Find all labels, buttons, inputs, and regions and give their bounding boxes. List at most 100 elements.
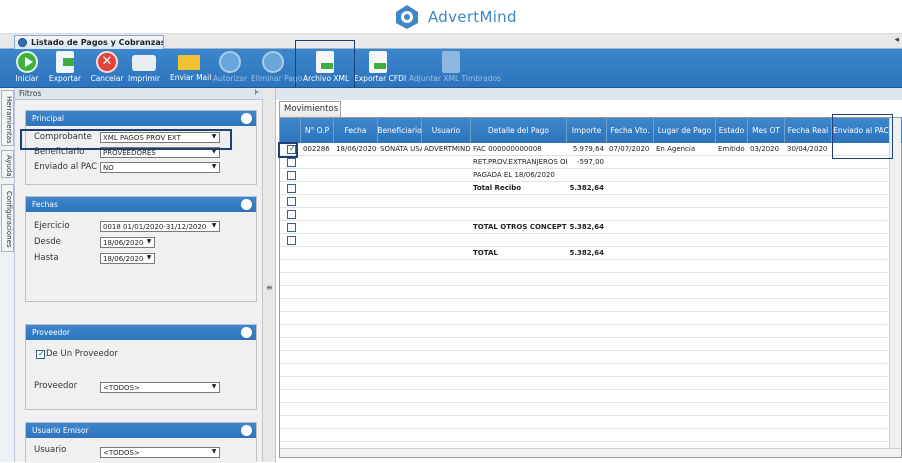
table-row[interactable] — [280, 234, 887, 247]
row-select-checkbox[interactable] — [287, 197, 296, 206]
group-fechas-header[interactable]: Fechas — [26, 197, 256, 212]
column-header-fecha-real[interactable]: Fecha Real — [785, 118, 832, 143]
column-header-estado[interactable]: Estado — [716, 118, 748, 143]
table-row[interactable] — [280, 286, 887, 299]
row-select-checkbox[interactable] — [287, 184, 296, 193]
autorizar-button[interactable]: Autorizar — [213, 51, 247, 87]
table-row[interactable] — [280, 364, 887, 377]
cell-detalle — [471, 195, 567, 208]
group-proveedor-header[interactable]: Proveedor — [26, 325, 256, 340]
column-header-mes-ot[interactable]: Mes OT — [748, 118, 785, 143]
collapse-toggle-icon[interactable] — [241, 327, 252, 338]
table-row[interactable]: TOTAL OTROS CONCEPTOS5.382,64 — [280, 221, 887, 234]
hasta-date-picker[interactable]: 18/06/2020 ▼ — [100, 253, 155, 264]
mail-icon — [178, 55, 200, 70]
collapse-toggle-icon[interactable] — [241, 199, 252, 210]
usuario-select[interactable]: <TODOS> ▼ — [100, 447, 220, 458]
row-select-checkbox[interactable] — [287, 223, 296, 232]
rail-tab-ayuda[interactable]: Ayuda — [1, 150, 14, 178]
table-row[interactable] — [280, 273, 887, 286]
rail-tab-configuraciones[interactable]: Configuraciones — [1, 184, 14, 252]
desde-date-picker[interactable]: 18/06/2020 ▼ — [100, 237, 155, 248]
cell-beneficiario — [378, 156, 422, 169]
row-select-checkbox[interactable] — [287, 171, 296, 180]
cancel-icon: ✕ — [96, 51, 118, 73]
column-header-beneficiario[interactable]: Beneficiario — [377, 118, 422, 143]
table-row[interactable] — [280, 299, 887, 312]
de-un-proveedor-checkbox[interactable] — [36, 349, 45, 359]
beneficiario-value: PROVEEDORES — [103, 149, 156, 157]
table-row[interactable] — [280, 338, 887, 351]
eliminar-pago-button[interactable]: Eliminar Pago — [251, 51, 302, 87]
chevron-down-icon: ▼ — [211, 222, 217, 229]
table-row[interactable] — [280, 325, 887, 338]
column-header-usuario[interactable]: Usuario — [422, 118, 471, 143]
column-header-lugar[interactable]: Lugar de Pago — [654, 118, 716, 143]
usuario-value: <TODOS> — [103, 449, 140, 457]
exportar-cfdi-button[interactable]: Exportar CFDI — [354, 51, 406, 87]
group-usuario-emisor-header[interactable]: Usuario Emisor — [26, 423, 256, 438]
vertical-scrollbar[interactable] — [889, 118, 901, 457]
enviar-mail-button[interactable]: Enviar Mail — [170, 51, 211, 87]
table-row[interactable] — [280, 377, 887, 390]
chevron-down-icon: ▼ — [211, 383, 217, 390]
table-row[interactable] — [280, 312, 887, 325]
table-row[interactable] — [280, 260, 887, 273]
group-principal-header[interactable]: Principal — [26, 111, 256, 126]
table-row[interactable] — [280, 351, 887, 364]
cell-mes — [748, 208, 785, 221]
table-row[interactable]: Total Recibo 5.382,64 — [280, 182, 887, 195]
column-header-select[interactable] — [280, 118, 301, 143]
column-header-detalle[interactable]: Detalle del Pago — [471, 118, 567, 143]
table-row[interactable] — [280, 195, 887, 208]
horizontal-scrollbar[interactable] — [280, 448, 901, 457]
ejercicio-select[interactable]: 0018 01/01/2020-31/12/2020 ▼ — [100, 221, 220, 232]
panel-splitter[interactable]: ≡ — [263, 88, 276, 462]
table-row[interactable] — [280, 429, 887, 442]
table-row[interactable] — [280, 403, 887, 416]
cell-op — [301, 234, 334, 247]
column-header-op[interactable]: N° O.P — [301, 118, 334, 143]
table-row[interactable] — [280, 208, 887, 221]
cell-vto: 07/07/2020 — [609, 145, 650, 153]
row-select-checkbox[interactable] — [287, 158, 296, 167]
table-row[interactable] — [280, 416, 887, 429]
cell-detalle: RET.PROV.EXTRANJEROS OP — [473, 158, 567, 166]
cancelar-button[interactable]: ✕ Cancelar — [90, 51, 124, 87]
enviado-pac-select[interactable]: NO ▼ — [100, 162, 220, 173]
cell-beneficiario — [378, 169, 422, 182]
table-row[interactable]: RET.PROV.EXTRANJEROS OP -597,00 — [280, 156, 887, 169]
collapse-toggle-icon[interactable] — [241, 425, 252, 436]
cell-usuario — [422, 208, 471, 221]
document-tab[interactable]: Listado de Pagos y Cobranzas Det... — [14, 35, 164, 49]
cell-op: 002286 — [303, 145, 330, 153]
exportar-button[interactable]: Exportar — [46, 51, 84, 87]
row-select-checkbox[interactable] — [287, 210, 296, 219]
column-header-fecha-vto[interactable]: Fecha Vto. — [607, 118, 654, 143]
table-row[interactable]: TOTAL 5.382,64 — [280, 247, 887, 260]
rail-tab-herramientas[interactable]: Herramientas — [1, 90, 14, 146]
cell-real — [785, 208, 832, 221]
panel-pin-arrow-icon[interactable]: ◂ — [894, 35, 899, 45]
cell-mes — [748, 234, 785, 247]
tab-movimientos[interactable]: Movimientos — [279, 101, 341, 117]
cell-detalle — [471, 234, 567, 247]
column-header-fecha[interactable]: Fecha — [334, 118, 378, 143]
row-select-checkbox[interactable] — [287, 236, 296, 245]
imprimir-button[interactable]: Imprimir — [128, 51, 160, 87]
collapse-toggle-icon[interactable] — [241, 113, 252, 124]
cell-usuario — [422, 247, 471, 260]
adjuntar-xml-timbrados-button[interactable]: Adjuntar XML Timbrados — [409, 51, 501, 87]
proveedor-select[interactable]: <TODOS> ▼ — [100, 382, 220, 393]
brand-header: AdvertMind — [0, 0, 902, 34]
table-row[interactable] — [280, 390, 887, 403]
document-tab-title: Listado de Pagos y Cobranzas Det... — [31, 38, 164, 47]
table-row[interactable]: 002286 18/06/2020SONATA USAADVERTMINDFAC … — [280, 143, 887, 156]
pin-icon[interactable]: ⊧ — [255, 88, 259, 97]
cell-real — [785, 247, 832, 260]
table-row[interactable]: PAGADA EL 18/06/2020 — [280, 169, 887, 182]
iniciar-button[interactable]: Iniciar — [10, 51, 44, 87]
splitter-grip-icon[interactable]: ≡ — [266, 283, 273, 292]
column-header-importe[interactable]: Importe — [567, 118, 607, 143]
group-proveedor-title: Proveedor — [32, 328, 70, 337]
